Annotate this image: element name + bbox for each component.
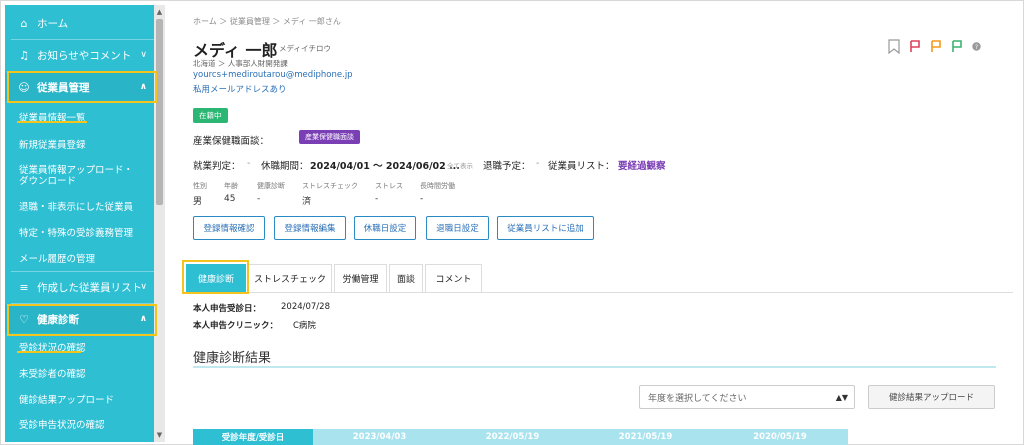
tab-stress-check[interactable]: ストレスチェック: [248, 264, 332, 292]
sidebar-subitem-report-status[interactable]: 受診申告状況の確認: [5, 413, 155, 437]
attr-value-health: -: [257, 194, 261, 204]
list-icon: ≡: [19, 280, 29, 294]
sidebar-subitem-special-exam[interactable]: 特定・特殊の受診義務管理: [5, 221, 155, 245]
underline-exam-status: [17, 351, 81, 353]
tab-comment[interactable]: コメント: [425, 264, 482, 292]
year-select[interactable]: 年度を選択してください ▲▼: [639, 385, 855, 409]
self-clinic-label: 本人申告クリニック：: [193, 321, 279, 331]
highlight-health-check: [7, 304, 157, 336]
highlight-health-tab: [182, 260, 249, 294]
table-header-cell: 受診年度/受診日: [193, 429, 313, 445]
set-retire-button[interactable]: 退職日設定: [426, 216, 489, 240]
attr-label-sex: 性別: [193, 182, 207, 190]
sidebar-subitem-exam-status[interactable]: 受診状況の確認: [5, 336, 155, 360]
sidebar-subitem-new-employee[interactable]: 新規従業員登録: [5, 133, 155, 157]
attr-label-overtime: 長時間労働: [420, 182, 455, 190]
edit-registration-button[interactable]: 登録情報編集: [274, 216, 346, 240]
sidebar-subitem-upload-download[interactable]: 従業員情報アップロード・ ダウンロード: [5, 159, 155, 193]
attr-label-stress: ストレス: [375, 182, 403, 190]
scroll-up-icon[interactable]: ▲: [156, 7, 163, 17]
status-badge: 在籍中: [193, 108, 228, 123]
set-leave-button[interactable]: 休職日設定: [354, 216, 416, 240]
attr-value-age: 45: [224, 194, 236, 204]
highlight-employee-mgmt: [7, 71, 157, 103]
tab-labor[interactable]: 労働管理: [334, 264, 387, 292]
scroll-down-icon[interactable]: ▼: [156, 430, 163, 440]
sidebar-item-created-lists[interactable]: ≡ 作成した従業員リスト ∨: [5, 273, 155, 301]
attr-value-stresscheck: 済: [302, 197, 312, 207]
flag-green-icon[interactable]: [951, 40, 963, 53]
svg-text:?: ?: [975, 44, 978, 51]
table-header-cell: 2023/04/03: [352, 432, 407, 442]
breadcrumb[interactable]: ホーム ＞ 従業員管理 ＞ メディ 一郎さん: [193, 16, 341, 27]
attr-value-stress: -: [375, 194, 379, 204]
self-clinic-value: C病院: [293, 321, 316, 331]
self-date-value: 2024/07/28: [281, 302, 330, 312]
scrollbar-thumb[interactable]: [156, 19, 163, 205]
leave-value: 2024/04/01 ～ 2024/06/02 ...: [310, 161, 460, 172]
employee-list-label: 従業員リスト：: [548, 161, 615, 172]
attr-label-age: 年齢: [224, 182, 238, 190]
self-date-label: 本人申告受診日：: [193, 304, 262, 314]
sidebar-subitem-retired[interactable]: 退職・非表示にした従業員: [5, 195, 155, 219]
sidebar-subitem-employee-list[interactable]: 従業員情報一覧: [5, 106, 155, 130]
work-judgment-label: 就業判定：: [193, 161, 241, 172]
sidebar-item-home[interactable]: ⌂ ホーム: [5, 9, 155, 37]
select-arrows-icon: ▲▼: [835, 392, 848, 402]
attr-value-overtime: -: [420, 194, 424, 204]
consult-badge[interactable]: 産業保健職面談: [299, 130, 360, 144]
result-upload-button[interactable]: 健診結果アップロード: [868, 385, 995, 409]
attr-value-sex: 男: [193, 197, 203, 207]
home-icon: ⌂: [20, 16, 28, 30]
employee-email[interactable]: yourcs+mediroutarou@mediphone.jp: [193, 70, 353, 80]
retire-label: 退職予定：: [483, 161, 531, 172]
leave-show-all-link[interactable]: 全て表示: [447, 160, 473, 170]
flag-red-icon[interactable]: [909, 40, 921, 53]
sidebar-subitem-unexamined[interactable]: 未受診者の確認: [5, 362, 155, 386]
main-content: ホーム ＞ 従業員管理 ＞ メディ 一郎さん メディ 一郎 メディイチロウ 北海…: [166, 5, 1021, 445]
divider: [11, 271, 155, 272]
sidebar-subitem-mail-history[interactable]: メール履歴の管理: [5, 247, 155, 271]
flag-group: ?: [888, 39, 981, 54]
underline-employee-list: [17, 121, 87, 123]
sidebar-subitem-result-upload[interactable]: 健診結果アップロード: [5, 388, 155, 412]
bell-icon: ♫: [19, 48, 29, 62]
app-window: ⌂ ホーム ♫ お知らせやコメント ∨ ☺ 従業員管理 ∧ 従業員情報一覧 新規従業員登録…: [0, 0, 1024, 445]
employee-dept: 北海道 ＞ 人事部人財開発課: [193, 59, 288, 68]
table-header-cell: 2020/05/19: [753, 432, 807, 442]
chevron-down-icon: ∨: [140, 50, 147, 60]
table-header-cell: 2021/05/19: [618, 432, 673, 442]
section-divider: [193, 366, 996, 368]
flag-orange-icon[interactable]: [930, 40, 942, 53]
add-to-list-button[interactable]: 従業員リストに追加: [497, 216, 594, 240]
employee-list-value[interactable]: 要経過観察: [618, 158, 666, 172]
attr-label-health: 健康診断: [257, 182, 285, 190]
sidebar-item-notices[interactable]: ♫ お知らせやコメント ∨: [5, 41, 155, 69]
bookmark-icon[interactable]: [888, 39, 900, 54]
private-email-link[interactable]: 私用メールアドレスあり: [193, 83, 287, 95]
result-table-header: 受診年度/受診日 2023/04/03 2022/05/19 2021/05/1…: [193, 429, 848, 445]
consult-label: 産業保健職面談：: [193, 136, 270, 147]
table-header-cell: 2022/05/19: [485, 432, 540, 442]
help-icon[interactable]: ?: [972, 42, 981, 51]
leave-label: 休職期間：: [261, 161, 309, 172]
retire-value: -: [536, 158, 540, 169]
section-title: 健康診断結果: [193, 351, 272, 366]
work-judgment-value: -: [247, 158, 251, 169]
employee-kana: メディイチロウ: [279, 44, 331, 53]
attr-label-stresscheck: ストレスチェック: [302, 182, 358, 190]
tab-interview[interactable]: 面談: [389, 264, 423, 292]
divider: [11, 39, 155, 40]
chevron-down-icon: ∨: [140, 282, 147, 292]
view-registration-button[interactable]: 登録情報確認: [193, 216, 265, 240]
